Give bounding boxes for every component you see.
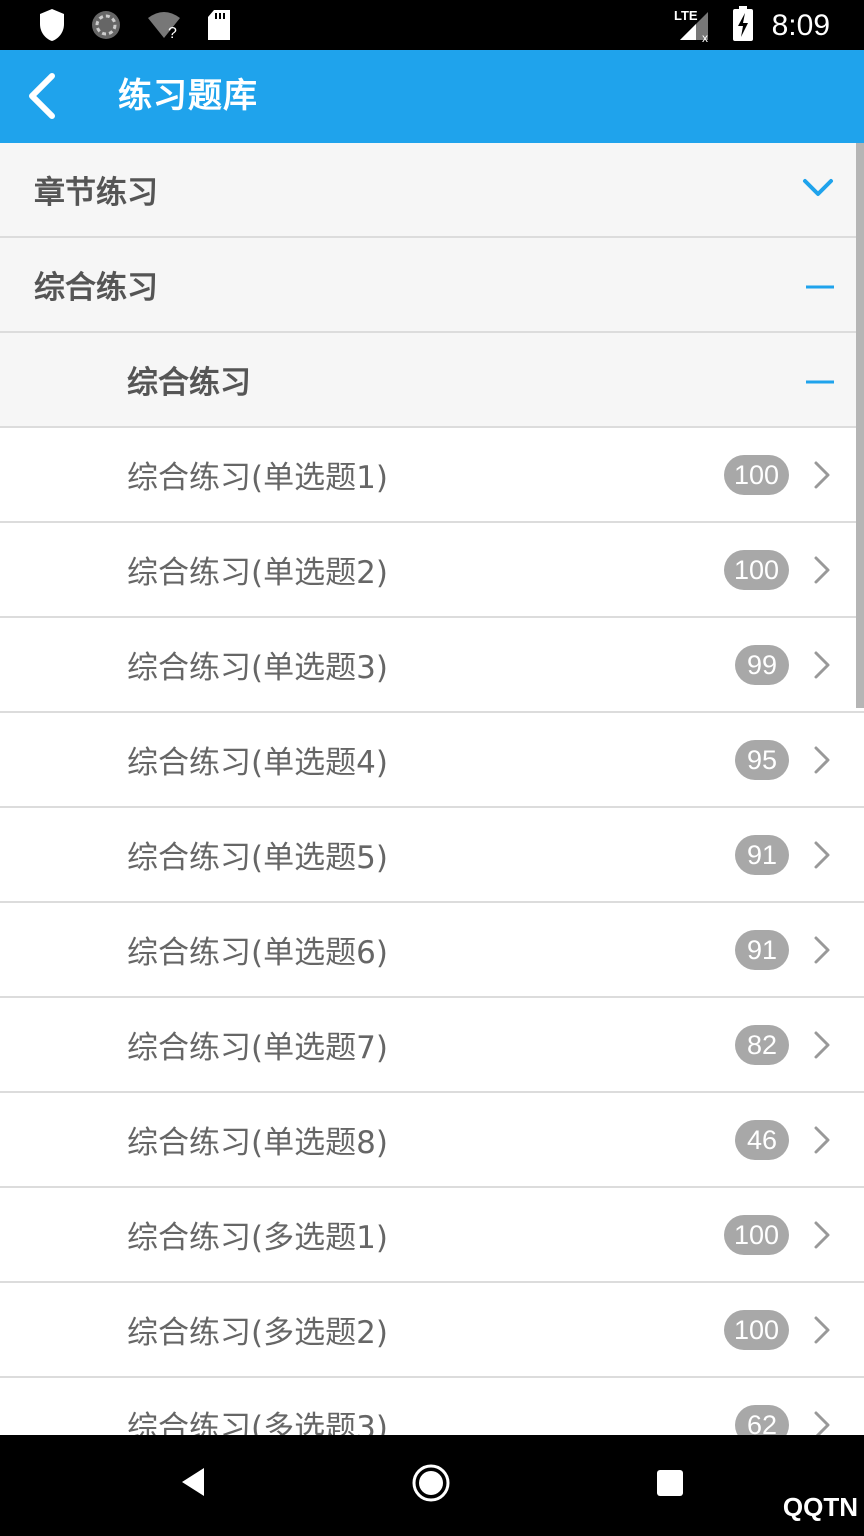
item-label: 综合练习(多选题1): [127, 1220, 388, 1256]
list-item[interactable]: 综合练习(多选题3) 62: [0, 1378, 864, 1435]
status-bar: ? LTE x 8:09: [0, 0, 864, 50]
item-label: 综合练习(单选题2): [127, 555, 388, 591]
count-badge: 91: [735, 834, 789, 875]
chevron-left-icon: [29, 73, 55, 119]
nav-recents-button[interactable]: [655, 1468, 685, 1502]
list-item[interactable]: 综合练习(单选题5) 91: [0, 808, 864, 903]
item-label: 综合练习(单选题7): [127, 1030, 388, 1066]
battery-charging-icon: [732, 6, 754, 46]
chevron-right-icon: [814, 1221, 830, 1248]
chevron-right-icon: [814, 651, 830, 678]
item-label: 综合练习(单选题6): [127, 935, 388, 971]
subgroup-comprehensive-practice[interactable]: 综合练习: [0, 333, 864, 428]
signal-icon: LTE x: [674, 6, 714, 46]
chevron-right-icon: [814, 1411, 830, 1435]
list-item[interactable]: 综合练习(多选题1) 100: [0, 1188, 864, 1283]
item-label: 综合练习(多选题2): [127, 1315, 388, 1351]
item-label: 综合练习(单选题5): [127, 840, 388, 876]
list-item[interactable]: 综合练习(单选题8) 46: [0, 1093, 864, 1188]
back-button[interactable]: [22, 72, 70, 120]
watermark-logo: QQTN: [783, 1492, 858, 1523]
count-badge: 99: [735, 644, 789, 685]
chevron-right-icon: [814, 746, 830, 773]
item-label: 综合练习(多选题3): [127, 1410, 388, 1435]
count-badge: 100: [723, 1309, 789, 1350]
circle-home-icon: [412, 1464, 450, 1502]
count-badge: 46: [735, 1119, 789, 1160]
count-badge: 95: [735, 739, 789, 780]
group-label: 章节练习: [34, 175, 158, 211]
group-label: 综合练习: [34, 270, 158, 306]
list-item[interactable]: 综合练习(多选题2) 100: [0, 1283, 864, 1378]
shield-icon: [38, 8, 66, 46]
chevron-right-icon: [814, 936, 830, 963]
sd-card-icon: [206, 9, 232, 45]
nav-back-button[interactable]: [178, 1465, 208, 1503]
system-nav-bar: [0, 1435, 864, 1536]
clock: 8:09: [771, 9, 830, 42]
list-item[interactable]: 综合练习(单选题3) 99: [0, 618, 864, 713]
group-comprehensive-practice[interactable]: 综合练习: [0, 238, 864, 333]
chevron-down-icon: [802, 178, 834, 202]
chevron-right-icon: [814, 556, 830, 583]
svg-text:x: x: [702, 31, 708, 42]
collapse-minus-icon: [806, 275, 834, 294]
group-chapter-practice[interactable]: 章节练习: [0, 143, 864, 238]
chevron-right-icon: [814, 1031, 830, 1058]
chevron-right-icon: [814, 841, 830, 868]
app-bar: 练习题库: [0, 50, 864, 143]
chevron-right-icon: [814, 1126, 830, 1153]
network-type: LTE: [674, 8, 698, 23]
page-title: 练习题库: [118, 76, 258, 116]
list-item[interactable]: 综合练习(单选题1) 100: [0, 428, 864, 523]
list-item[interactable]: 综合练习(单选题2) 100: [0, 523, 864, 618]
count-badge: 91: [735, 929, 789, 970]
item-label: 综合练习(单选题8): [127, 1125, 388, 1161]
chevron-right-icon: [814, 1316, 830, 1343]
count-badge: 100: [723, 549, 789, 590]
triangle-back-icon: [182, 1468, 204, 1496]
count-badge: 62: [735, 1404, 789, 1435]
sync-icon: [90, 9, 122, 45]
square-recents-icon: [657, 1470, 683, 1496]
chevron-right-icon: [814, 461, 830, 488]
watermark-text: QQTN: [782, 1492, 858, 1522]
item-label: 综合练习(单选题3): [127, 650, 388, 686]
list-item[interactable]: 综合练习(单选题7) 82: [0, 998, 864, 1093]
item-label: 综合练习(单选题1): [127, 460, 388, 496]
count-badge: 100: [723, 454, 789, 495]
subgroup-label: 综合练习: [127, 365, 251, 401]
collapse-minus-icon: [806, 370, 834, 389]
question-bank-list[interactable]: 章节练习 综合练习 综合练习 综合练习(单选题1) 100 综合练习(单选题2)…: [0, 143, 864, 1435]
list-item[interactable]: 综合练习(单选题6) 91: [0, 903, 864, 998]
count-badge: 82: [735, 1024, 789, 1065]
wifi-unknown-icon: ?: [146, 10, 182, 44]
item-label: 综合练习(单选题4): [127, 745, 388, 781]
scrollbar[interactable]: [856, 143, 864, 708]
nav-home-button[interactable]: [411, 1463, 451, 1507]
svg-text:?: ?: [168, 25, 177, 40]
list-item[interactable]: 综合练习(单选题4) 95: [0, 713, 864, 808]
count-badge: 100: [723, 1214, 789, 1255]
